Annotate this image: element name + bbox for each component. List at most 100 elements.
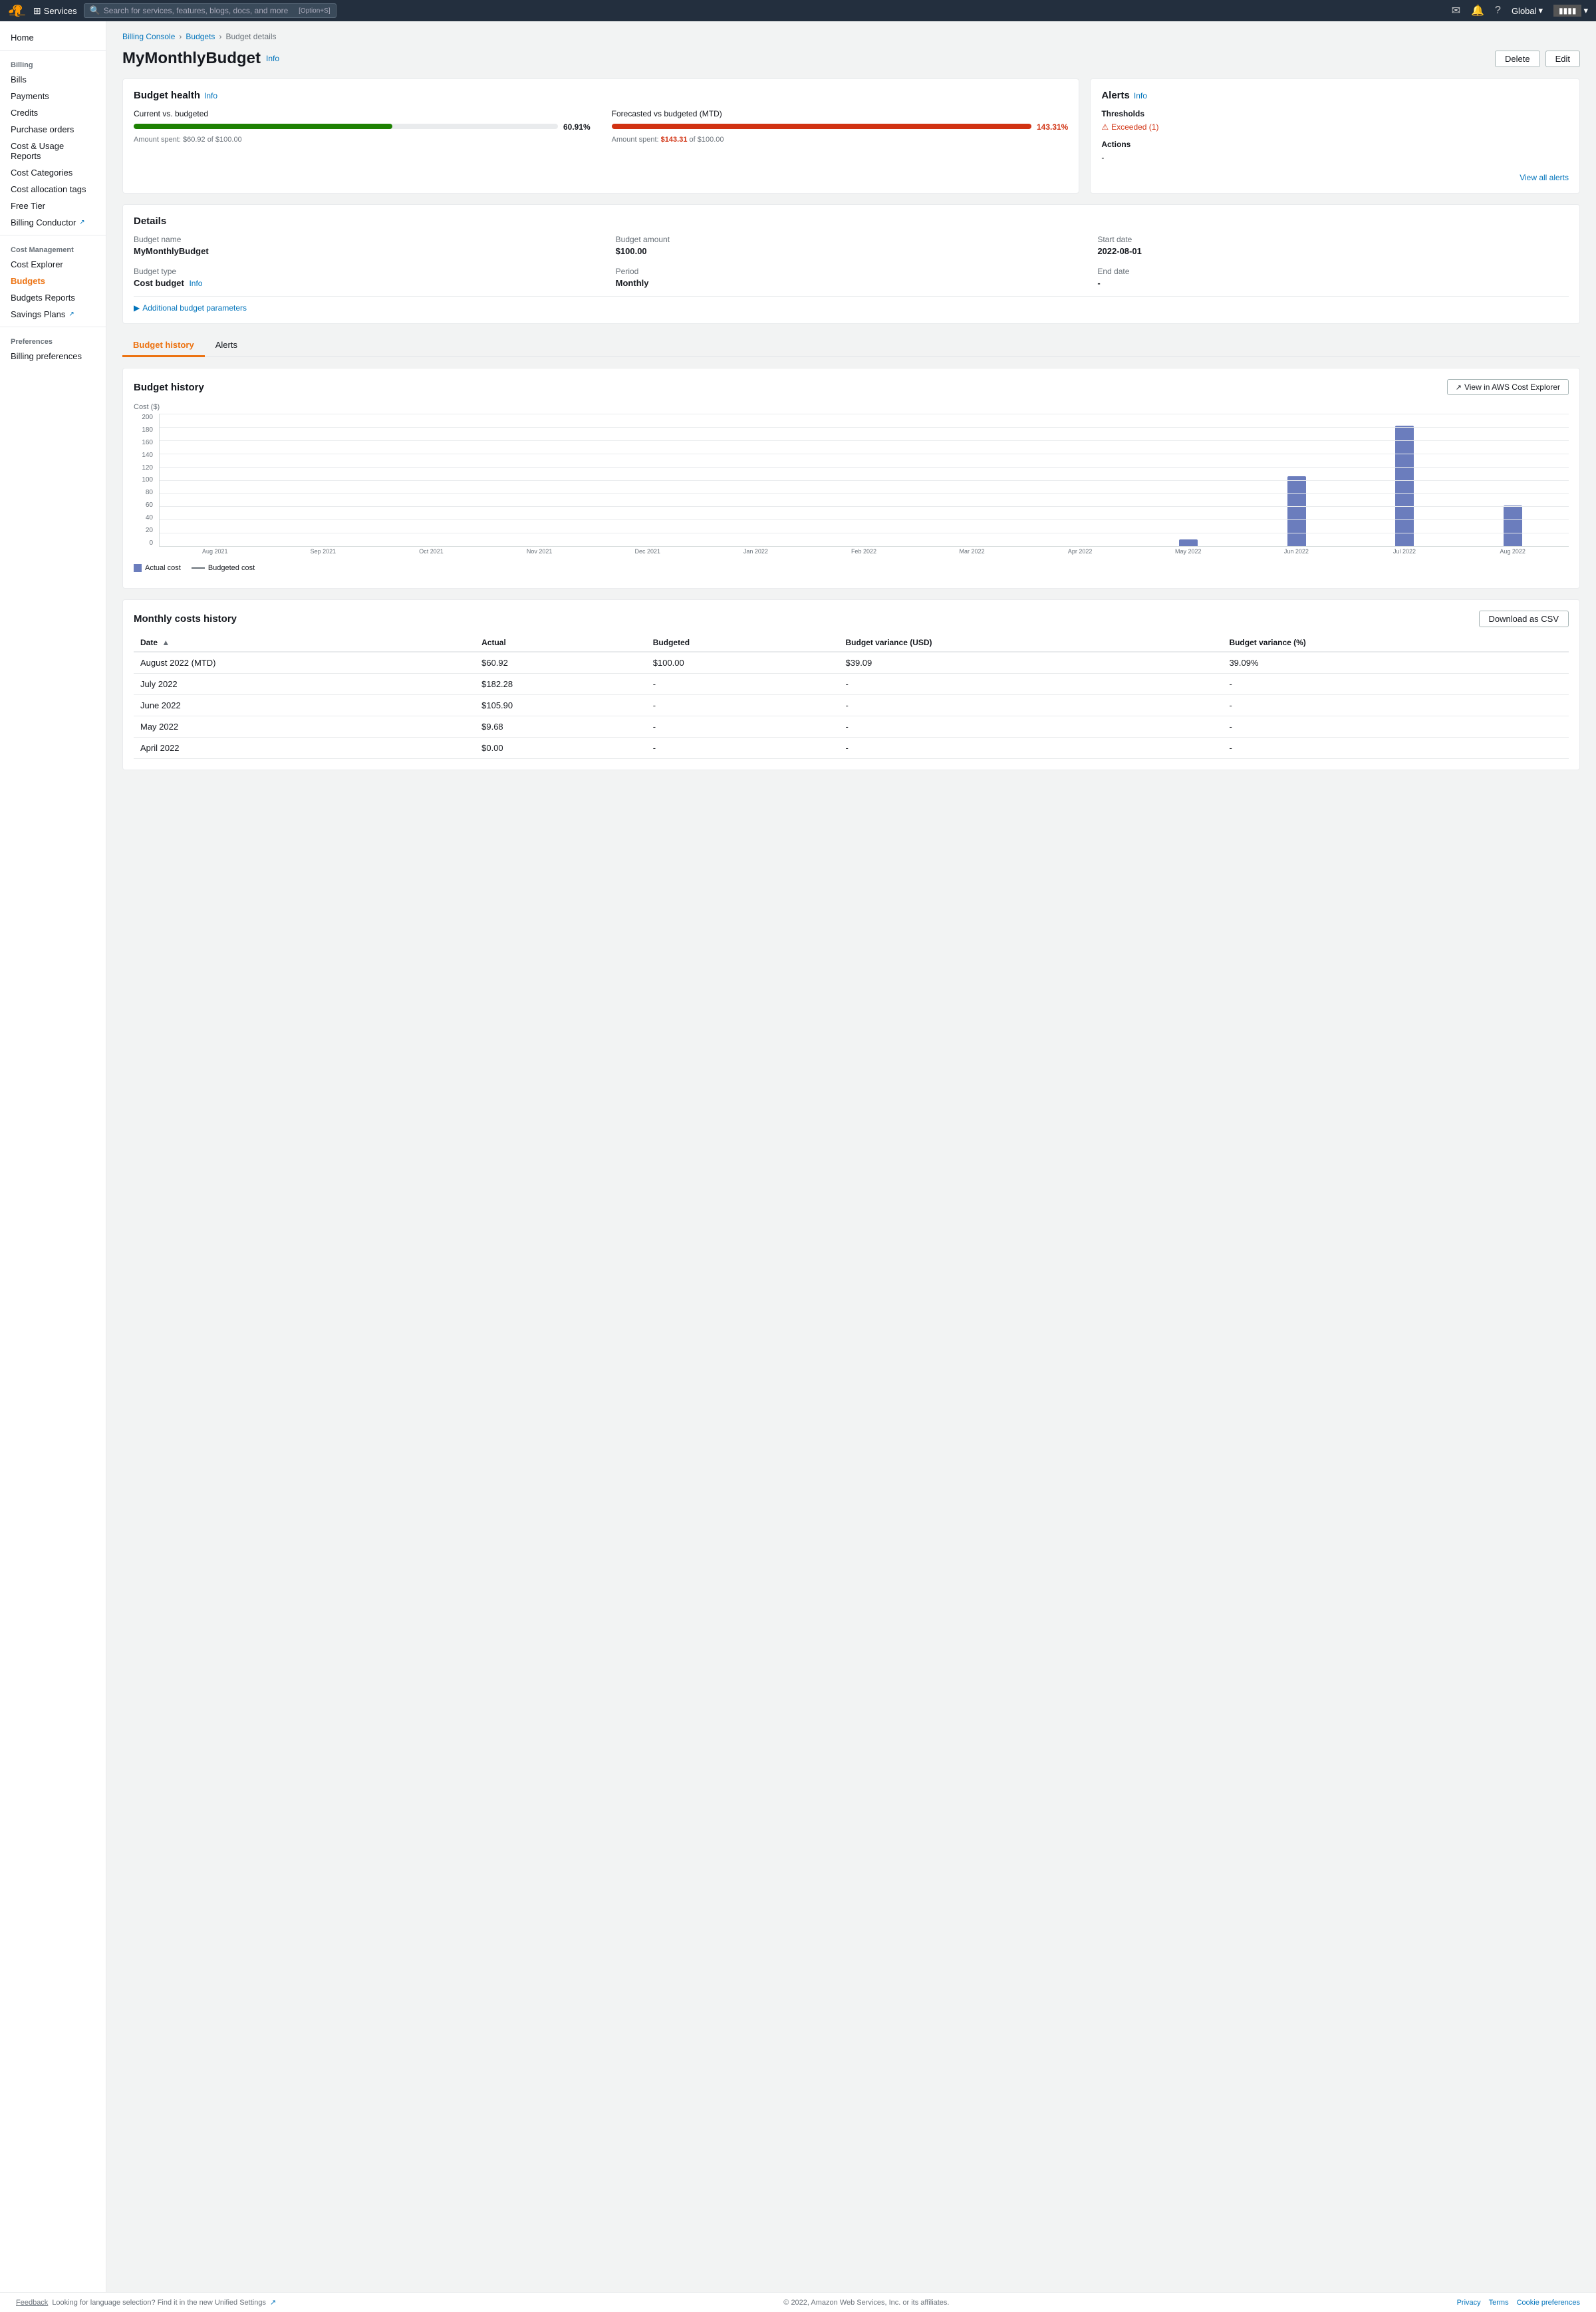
budget-name-field: Budget name MyMonthlyBudget: [134, 235, 605, 256]
region-selector[interactable]: Global ▾: [1512, 5, 1543, 16]
cookie-preferences-link[interactable]: Cookie preferences: [1517, 2299, 1580, 2307]
tabs-bar: Budget history Alerts: [122, 335, 1580, 357]
terms-link[interactable]: Terms: [1489, 2299, 1509, 2307]
sidebar-section-cost-mgmt: Cost Management: [0, 239, 106, 256]
table-cell-variance_usd: -: [839, 738, 1223, 759]
actions-value: -: [1101, 153, 1569, 162]
feedback-button[interactable]: Feedback: [16, 2299, 48, 2307]
table-cell-variance_pct: 39.09%: [1222, 652, 1569, 674]
col-variance-pct[interactable]: Budget variance (%): [1222, 634, 1569, 652]
download-csv-button[interactable]: Download as CSV: [1479, 611, 1569, 627]
sidebar-item-budgets-reports[interactable]: Budgets Reports: [0, 289, 106, 306]
budget-history-header: Budget history ↗ View in AWS Cost Explor…: [134, 379, 1569, 395]
exceeded-alert[interactable]: ⚠ Exceeded (1): [1101, 122, 1569, 132]
alerts-card: Alerts Info Thresholds ⚠ Exceeded (1) Ac…: [1090, 78, 1580, 194]
view-all-alerts-link[interactable]: View all alerts: [1101, 173, 1569, 182]
sidebar-item-cost-allocation-tags[interactable]: Cost allocation tags: [0, 181, 106, 198]
view-cost-explorer-button[interactable]: ↗ View in AWS Cost Explorer: [1447, 379, 1569, 395]
sidebar-item-cost-categories[interactable]: Cost Categories: [0, 164, 106, 181]
x-labels: Aug 2021Sep 2021Oct 2021Nov 2021Dec 2021…: [159, 548, 1569, 560]
sidebar-item-payments[interactable]: Payments: [0, 88, 106, 104]
legend-budgeted-line: [192, 567, 205, 569]
table-cell-actual: $9.68: [475, 716, 646, 738]
sidebar-item-billing-conductor[interactable]: Billing Conductor ↗: [0, 214, 106, 231]
sidebar-item-bills[interactable]: Bills: [0, 71, 106, 88]
delete-button[interactable]: Delete: [1495, 51, 1540, 67]
budget-amount-field: Budget amount $100.00: [616, 235, 1087, 256]
forecasted-pct: 143.31%: [1037, 122, 1068, 132]
alerts-info[interactable]: Info: [1134, 91, 1147, 100]
tab-alerts[interactable]: Alerts: [205, 335, 248, 357]
exceeded-link[interactable]: Exceeded (1): [1111, 122, 1158, 132]
table-cell-date: April 2022: [134, 738, 475, 759]
table-cell-variance_usd: $39.09: [839, 652, 1223, 674]
grid-180: [160, 427, 1569, 428]
monthly-costs-title: Monthly costs history: [134, 613, 237, 625]
sidebar-item-purchase-orders[interactable]: Purchase orders: [0, 121, 106, 138]
health-metrics: Current vs. budgeted 60.91% Amount spent…: [134, 109, 1068, 144]
thresholds-label: Thresholds: [1101, 109, 1569, 118]
period-label: Period: [616, 267, 1087, 276]
chevron-down-icon: ▾: [1583, 5, 1588, 16]
budget-type-value: Cost budget Info: [134, 278, 605, 288]
current-progress-bar: [134, 124, 392, 129]
table-row: June 2022$105.90---: [134, 695, 1569, 716]
breadcrumb-billing-console[interactable]: Billing Console: [122, 32, 175, 41]
services-label: Services: [44, 6, 77, 16]
services-button[interactable]: ⊞ Services: [33, 5, 77, 17]
budget-health-info[interactable]: Info: [204, 91, 217, 100]
edit-button[interactable]: Edit: [1545, 51, 1580, 67]
bar-actual: [1287, 476, 1306, 546]
table-cell-variance_pct: -: [1222, 716, 1569, 738]
table-cell-date: May 2022: [134, 716, 475, 738]
details-card: Details Budget name MyMonthlyBudget Budg…: [122, 204, 1580, 324]
account-selector[interactable]: ▮▮▮▮ ▾: [1553, 5, 1588, 17]
col-actual[interactable]: Actual: [475, 634, 646, 652]
help-icon[interactable]: ?: [1495, 5, 1501, 17]
start-date-field: Start date 2022-08-01: [1097, 235, 1569, 256]
sidebar-section-preferences: Preferences: [0, 331, 106, 348]
legend-actual-box: [134, 564, 142, 572]
search-input[interactable]: [104, 6, 299, 15]
mail-icon[interactable]: ✉: [1452, 4, 1460, 17]
col-budgeted[interactable]: Budgeted: [646, 634, 839, 652]
table-cell-date: June 2022: [134, 695, 475, 716]
sidebar-item-cost-usage-reports[interactable]: Cost & Usage Reports: [0, 138, 106, 164]
forecasted-label: Forecasted vs budgeted (MTD): [612, 109, 1069, 118]
monthly-costs-card: Monthly costs history Download as CSV Da…: [122, 599, 1580, 770]
additional-params[interactable]: ▶ Additional budget parameters: [134, 296, 1569, 313]
bell-icon[interactable]: 🔔: [1471, 4, 1484, 17]
sidebar-item-savings-plans[interactable]: Savings Plans ↗: [0, 306, 106, 323]
aws-logo[interactable]: [8, 5, 27, 17]
sidebar-item-credits[interactable]: Credits: [0, 104, 106, 121]
sidebar-item-budgets[interactable]: Budgets: [0, 273, 106, 289]
details-grid: Budget name MyMonthlyBudget Budget amoun…: [134, 235, 1569, 288]
budget-type-label: Budget type: [134, 267, 605, 276]
col-variance-usd[interactable]: Budget variance (USD): [839, 634, 1223, 652]
budget-name-label: Budget name: [134, 235, 605, 244]
table-head: Date ▲ Actual Budgeted Budget variance (…: [134, 634, 1569, 652]
sidebar-item-home[interactable]: Home: [0, 29, 106, 46]
table-header-row: Monthly costs history Download as CSV: [134, 611, 1569, 627]
forecasted-progress-bar: [612, 124, 1031, 129]
external-link-icon-footer: ↗: [270, 2298, 276, 2307]
col-date[interactable]: Date ▲: [134, 634, 475, 652]
external-link-icon: ↗: [79, 219, 84, 226]
page-title-info[interactable]: Info: [266, 54, 279, 63]
budget-history-card: Budget history ↗ View in AWS Cost Explor…: [122, 368, 1580, 589]
tab-budget-history[interactable]: Budget history: [122, 335, 205, 357]
footer-right: Privacy Terms Cookie preferences: [1457, 2299, 1580, 2307]
chart-area: Cost ($) 200 180 160 140 120 100 80 60 4…: [134, 403, 1569, 572]
search-bar[interactable]: 🔍 [Option+S]: [84, 3, 336, 18]
privacy-link[interactable]: Privacy: [1457, 2299, 1481, 2307]
sidebar-item-billing-preferences[interactable]: Billing preferences: [0, 348, 106, 364]
breadcrumb-sep-1: ›: [179, 32, 182, 41]
sidebar-item-free-tier[interactable]: Free Tier: [0, 198, 106, 214]
sidebar-item-cost-explorer[interactable]: Cost Explorer: [0, 256, 106, 273]
breadcrumb-budgets[interactable]: Budgets: [186, 32, 215, 41]
legend-actual: Actual cost: [134, 564, 181, 572]
period-field: Period Monthly: [616, 267, 1087, 288]
budget-type-info[interactable]: Info: [189, 279, 202, 288]
legend-budgeted: Budgeted cost: [192, 564, 255, 572]
budget-health-title: Budget health Info: [134, 90, 1068, 101]
